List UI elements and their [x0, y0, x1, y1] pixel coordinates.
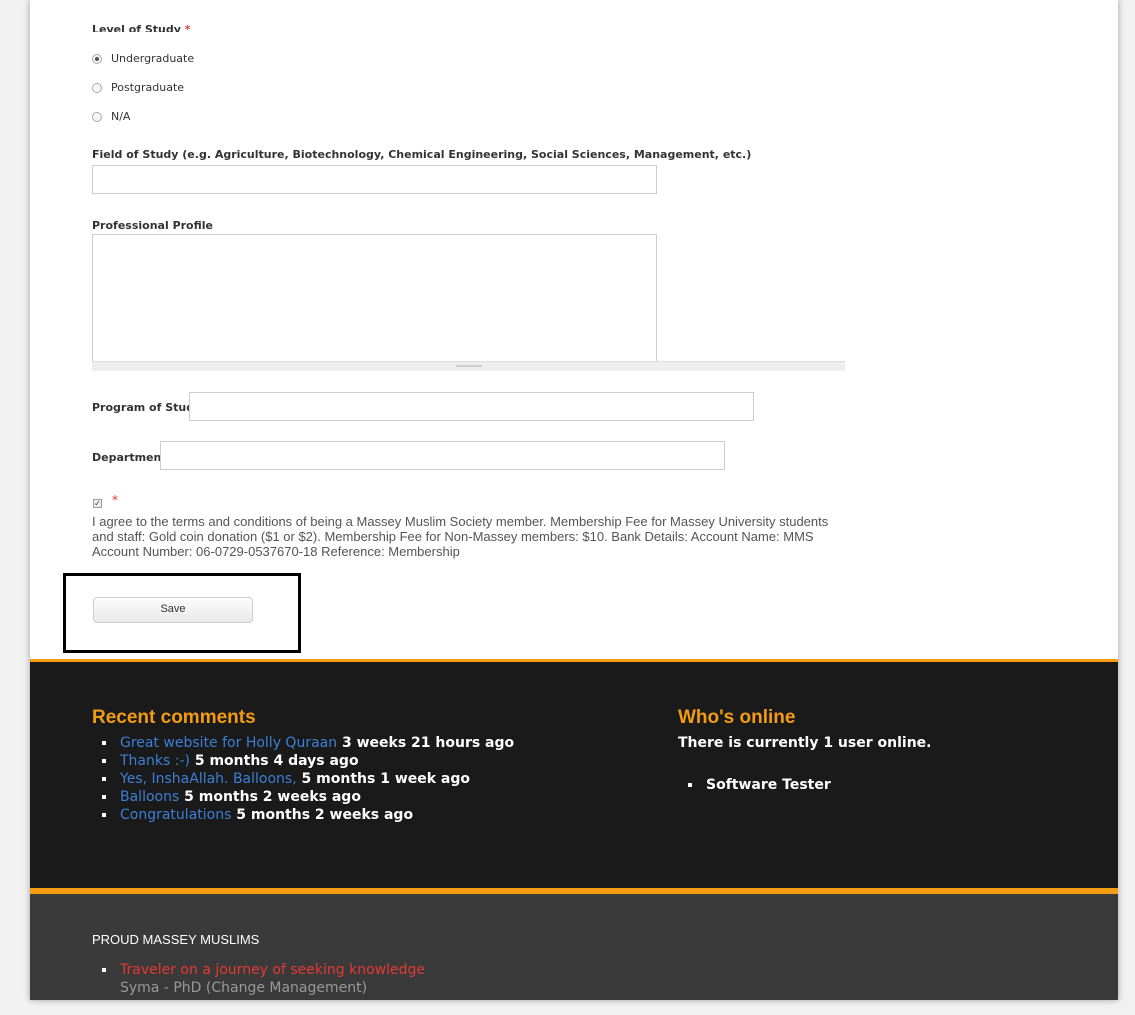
radio-label: N/A	[111, 110, 131, 123]
comment-time: 5 months 4 days ago	[194, 753, 359, 769]
recent-comments-list: Great website for Holly Quraan 3 weeks 2…	[92, 734, 514, 824]
program-of-study-label: Program of Study	[92, 401, 202, 414]
list-item: Thanks :-) 5 months 4 days ago	[92, 752, 514, 770]
department-label: Department	[92, 451, 167, 464]
program-of-study-input[interactable]	[189, 392, 754, 421]
proud-author: Syma - PhD (Change Management)	[120, 980, 368, 996]
comment-time: 5 months 2 weeks ago	[184, 789, 361, 805]
level-label-text: Level of Study	[92, 23, 181, 32]
department-input[interactable]	[160, 441, 725, 470]
recent-comments-title: Recent comments	[92, 707, 256, 728]
save-button[interactable]: Save	[93, 597, 253, 623]
radio-button[interactable]	[92, 82, 102, 93]
screenshot-frame: Level of Study * Undergraduate Postgradu…	[0, 0, 1135, 1015]
comment-link[interactable]: Great website for Holly Quraan	[120, 735, 337, 751]
proud-quote-link[interactable]: Traveler on a journey of seeking knowled…	[120, 962, 425, 978]
page: Level of Study * Undergraduate Postgradu…	[30, 0, 1118, 1000]
list-item: Traveler on a journey of seeking knowled…	[92, 961, 425, 979]
textarea-resize-grip[interactable]	[92, 361, 845, 371]
proud-title: PROUD MASSEY MUSLIMS	[92, 932, 260, 947]
comment-link[interactable]: Congratulations	[120, 807, 231, 823]
level-of-study-label: Level of Study *	[92, 20, 191, 32]
list-item: Great website for Holly Quraan 3 weeks 2…	[92, 734, 514, 752]
whos-online-title: Who's online	[678, 707, 796, 728]
comment-link[interactable]: Thanks :-)	[120, 753, 190, 769]
comment-time: 5 months 2 weeks ago	[236, 807, 414, 823]
radio-na[interactable]: N/A	[92, 110, 130, 123]
terms-required-mark: *	[112, 493, 118, 507]
grip-handle[interactable]	[456, 365, 482, 367]
list-item: Yes, InshaAllah. Balloons, 5 months 1 we…	[92, 770, 514, 788]
footer-proud: PROUD MASSEY MUSLIMS Traveler on a journ…	[30, 888, 1118, 1000]
list-item: Balloons 5 months 2 weeks ago	[92, 788, 514, 806]
radio-button[interactable]	[92, 111, 102, 122]
comment-time: 3 weeks 21 hours ago	[341, 735, 515, 751]
online-user[interactable]: Software Tester	[706, 777, 831, 793]
radio-undergraduate[interactable]: Undergraduate	[92, 52, 194, 65]
footer-blocks: Recent comments Great website for Holly …	[30, 659, 1118, 888]
field-of-study-label: Field of Study (e.g. Agriculture, Biotec…	[92, 148, 752, 161]
terms-text: I agree to the terms and conditions of b…	[92, 514, 829, 559]
online-count-text: There is currently 1 user online.	[678, 735, 932, 751]
list-item: Congratulations 5 months 2 weeks ago	[92, 806, 514, 824]
radio-button[interactable]	[92, 53, 102, 64]
professional-profile-textarea[interactable]	[92, 234, 657, 362]
proud-list: Traveler on a journey of seeking knowled…	[92, 961, 425, 979]
radio-label: Postgraduate	[111, 81, 185, 94]
list-item: Software Tester	[678, 776, 831, 794]
comment-time: 5 months 1 week ago	[301, 771, 471, 787]
required-mark: *	[184, 23, 191, 32]
comment-link[interactable]: Balloons	[120, 789, 179, 805]
field-of-study-input[interactable]	[92, 165, 657, 194]
terms-checkbox[interactable]: ✓	[93, 499, 102, 508]
professional-profile-label: Professional Profile	[92, 219, 213, 232]
radio-postgraduate[interactable]: Postgraduate	[92, 81, 184, 94]
comment-link[interactable]: Yes, InshaAllah. Balloons,	[120, 771, 297, 787]
radio-label: Undergraduate	[111, 52, 195, 65]
online-users-list: Software Tester	[678, 776, 831, 794]
